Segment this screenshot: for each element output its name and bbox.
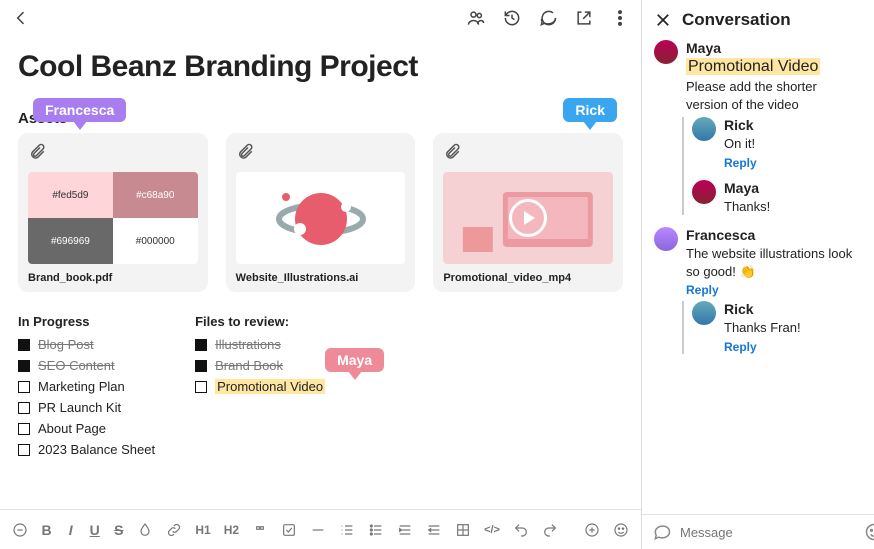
bullet-list-button[interactable] bbox=[368, 522, 384, 538]
message: Francesca The website illustrations look… bbox=[654, 227, 862, 297]
attachment-icon bbox=[28, 143, 198, 166]
message-text: The website illustrations look so good! … bbox=[686, 245, 862, 280]
underline-button[interactable]: U bbox=[89, 522, 100, 538]
italic-button[interactable]: I bbox=[65, 522, 76, 538]
redo-button[interactable] bbox=[542, 522, 558, 538]
list-item[interactable]: PR Launch Kit bbox=[18, 400, 155, 415]
message-reply: Rick Thanks Fran! Reply bbox=[692, 301, 862, 354]
reply-link[interactable]: Reply bbox=[724, 340, 801, 354]
review-list: Files to review: Illustrations Brand Boo… bbox=[195, 314, 325, 457]
asset-caption: Website_Illustrations.ai bbox=[236, 272, 406, 284]
asset-card-video[interactable]: Promotional_video_mp4 bbox=[433, 133, 623, 292]
quote-button[interactable] bbox=[252, 522, 268, 538]
conversation-title: Conversation bbox=[682, 10, 791, 30]
editor-toolbar: B I U S H1 H2 </> bbox=[0, 509, 641, 549]
list-item[interactable]: Blog Post bbox=[18, 337, 155, 352]
message-author: Rick bbox=[724, 301, 801, 317]
bold-button[interactable]: B bbox=[41, 522, 52, 538]
avatar bbox=[654, 40, 678, 64]
outdent-button[interactable] bbox=[426, 522, 442, 538]
message-reply: Rick On it! Reply bbox=[692, 117, 862, 170]
emoji-button[interactable] bbox=[864, 521, 874, 543]
avatar bbox=[692, 180, 716, 204]
asset-caption: Promotional_video_mp4 bbox=[443, 272, 613, 284]
color-button[interactable] bbox=[137, 522, 153, 538]
attachment-icon bbox=[443, 143, 613, 166]
message-author: Rick bbox=[724, 117, 757, 133]
history-icon[interactable] bbox=[501, 7, 523, 29]
play-icon bbox=[509, 199, 547, 237]
message-input[interactable] bbox=[680, 525, 856, 540]
cursor-maya: Maya bbox=[325, 348, 384, 372]
message: Maya Promotional Video Please add the sh… bbox=[654, 40, 862, 113]
message-author: Francesca bbox=[686, 227, 862, 243]
review-heading: Files to review: bbox=[195, 314, 325, 329]
checklist-button[interactable] bbox=[281, 522, 297, 538]
list-item[interactable]: Marketing Plan bbox=[18, 379, 155, 394]
comment-icon[interactable] bbox=[537, 7, 559, 29]
illustration-preview bbox=[236, 172, 406, 264]
ordered-list-button[interactable] bbox=[339, 522, 355, 538]
h1-button[interactable]: H1 bbox=[195, 523, 210, 537]
table-button[interactable] bbox=[455, 522, 471, 538]
list-item[interactable]: SEO Content bbox=[18, 358, 155, 373]
message-composer bbox=[642, 514, 874, 549]
avatar bbox=[692, 301, 716, 325]
avatar bbox=[654, 227, 678, 251]
avatar bbox=[692, 117, 716, 141]
topbar bbox=[0, 0, 641, 36]
undo-button[interactable] bbox=[513, 522, 529, 538]
list-item[interactable]: Brand Book bbox=[195, 358, 325, 373]
cursor-rick: Rick bbox=[563, 98, 617, 122]
list-item[interactable]: Promotional Video bbox=[195, 379, 325, 394]
open-external-icon[interactable] bbox=[573, 7, 595, 29]
assets-row: #fed5d9 #c68a90 #696969 #000000 Brand_bo… bbox=[18, 133, 623, 292]
message-author: Maya bbox=[724, 180, 770, 196]
page-title: Cool Beanz Branding Project bbox=[18, 50, 623, 84]
collaborators-icon[interactable] bbox=[465, 7, 487, 29]
asset-card-brandbook[interactable]: #fed5d9 #c68a90 #696969 #000000 Brand_bo… bbox=[18, 133, 208, 292]
swatch: #696969 bbox=[28, 218, 113, 264]
swatch: #c68a90 bbox=[113, 172, 198, 218]
message-text: On it! bbox=[724, 135, 757, 153]
message-text: Please add the shorter version of the vi… bbox=[686, 78, 862, 113]
back-button[interactable] bbox=[10, 7, 32, 29]
add-button[interactable] bbox=[584, 522, 600, 538]
emoji-button[interactable] bbox=[613, 522, 629, 538]
reply-link[interactable]: Reply bbox=[686, 283, 862, 297]
indent-button[interactable] bbox=[397, 522, 413, 538]
cursor-francesca: Francesca bbox=[33, 98, 126, 122]
asset-card-illustrations[interactable]: Website_Illustrations.ai bbox=[226, 133, 416, 292]
strike-button[interactable]: S bbox=[113, 522, 124, 538]
message-text: Thanks! bbox=[724, 198, 770, 216]
divider-button[interactable] bbox=[310, 522, 326, 538]
link-button[interactable] bbox=[166, 522, 182, 538]
list-item[interactable]: Illustrations bbox=[195, 337, 325, 352]
close-button[interactable] bbox=[654, 11, 672, 29]
in-progress-heading: In Progress bbox=[18, 314, 155, 329]
reply-link[interactable]: Reply bbox=[724, 156, 757, 170]
conversation-panel: Conversation Maya Promotional Video Plea… bbox=[642, 0, 874, 549]
in-progress-list: In Progress Blog Post SEO Content Market… bbox=[18, 314, 155, 457]
list-item[interactable]: 2023 Balance Sheet bbox=[18, 442, 155, 457]
message-highlight: Promotional Video bbox=[686, 58, 820, 75]
swatch: #fed5d9 bbox=[28, 172, 113, 218]
mention-button[interactable] bbox=[12, 522, 28, 538]
video-preview bbox=[443, 172, 613, 264]
swatch: #000000 bbox=[113, 218, 198, 264]
list-item[interactable]: About Page bbox=[18, 421, 155, 436]
asset-caption: Brand_book.pdf bbox=[28, 272, 198, 284]
h2-button[interactable]: H2 bbox=[224, 523, 239, 537]
chat-icon bbox=[652, 521, 672, 543]
message-reply: Maya Thanks! bbox=[692, 180, 862, 216]
more-icon[interactable] bbox=[609, 7, 631, 29]
message-author: Maya bbox=[686, 40, 862, 56]
attachment-icon bbox=[236, 143, 406, 166]
code-button[interactable]: </> bbox=[484, 524, 500, 536]
message-text: Thanks Fran! bbox=[724, 319, 801, 337]
